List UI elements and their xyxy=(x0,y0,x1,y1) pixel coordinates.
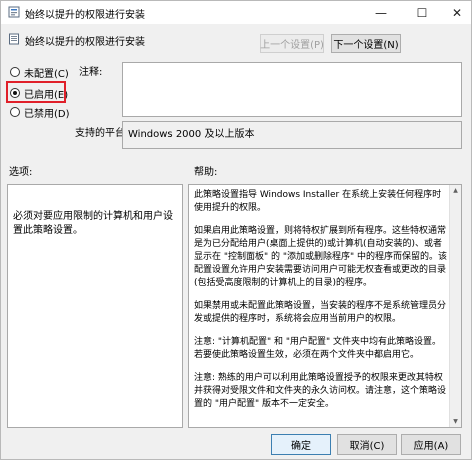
help-paragraph: 注意: "计算机配置" 和 "用户配置" 文件夹中均有此策略设置。若要使此策略设… xyxy=(194,337,442,360)
policy-settings-icon xyxy=(8,6,20,21)
radio-not-configured-indicator[interactable] xyxy=(10,67,20,77)
policy-document-icon xyxy=(8,33,20,48)
window-title: 始终以提升的权限进行安装 xyxy=(25,10,145,21)
radio-not-configured-label: 未配置(C) xyxy=(24,68,69,80)
comment-label: 注释: xyxy=(79,67,103,78)
help-paragraph: 如果禁用或未配置此策略设置，当安装的程序不是系统管理员分发或提供的程序时，系统将… xyxy=(194,301,447,324)
help-scrollbar[interactable]: ▲ ▼ xyxy=(449,185,461,427)
supported-platform-field: Windows 2000 及以上版本 xyxy=(122,121,462,149)
radio-disabled-indicator[interactable] xyxy=(10,107,20,117)
comment-textarea[interactable] xyxy=(122,62,462,117)
cancel-button[interactable]: 取消(C) xyxy=(337,434,397,455)
maximize-button[interactable]: ☐ xyxy=(404,1,440,24)
minimize-button[interactable]: — xyxy=(363,1,399,24)
options-text: 必须对要应用限制的计算机和用户设置此策略设置。 xyxy=(13,211,173,236)
ok-button[interactable]: 确定 xyxy=(271,434,331,455)
policy-title: 始终以提升的权限进行安装 xyxy=(25,37,145,48)
previous-setting-button[interactable]: 上一个设置(P) xyxy=(260,34,324,53)
help-paragraph: 此策略设置指导 Windows Installer 在系统上安装任何程序时使用提… xyxy=(194,190,442,213)
options-label: 选项: xyxy=(9,167,33,178)
options-panel: 必须对要应用限制的计算机和用户设置此策略设置。 xyxy=(7,184,183,428)
radio-not-configured[interactable]: 未配置(C) xyxy=(10,64,69,80)
help-label: 帮助: xyxy=(194,167,218,178)
apply-button[interactable]: 应用(A) xyxy=(401,434,461,455)
close-icon: ✕ xyxy=(451,5,463,20)
minimize-icon: — xyxy=(375,5,387,20)
help-panel[interactable]: 此策略设置指导 Windows Installer 在系统上安装任何程序时使用提… xyxy=(188,184,462,428)
title-bar[interactable]: 始终以提升的权限进行安装 — ☐ ✕ xyxy=(1,1,471,24)
enabled-highlight-box xyxy=(6,81,66,103)
help-paragraph: 注意: 熟练的用户可以利用此策略设置授予的权限来更改其特权并获得对受限文件和文件… xyxy=(194,373,447,409)
policy-dialog-window: 始终以提升的权限进行安装 — ☐ ✕ 始终以提升的权限进行安装 上一个设置(P)… xyxy=(0,0,472,460)
radio-disabled-label: 已禁用(D) xyxy=(24,108,70,120)
radio-disabled[interactable]: 已禁用(D) xyxy=(10,104,70,120)
scroll-up-arrow-icon[interactable]: ▲ xyxy=(450,185,461,196)
help-paragraph: 如果启用此策略设置，则将特权扩展到所有程序。这些特权通常是为已分配给用户(桌面上… xyxy=(194,226,448,288)
next-setting-button[interactable]: 下一个设置(N) xyxy=(331,34,401,53)
maximize-icon: ☐ xyxy=(416,5,428,20)
supported-platform-label: 支持的平台: xyxy=(75,128,129,139)
scroll-down-arrow-icon[interactable]: ▼ xyxy=(450,416,461,427)
close-button[interactable]: ✕ xyxy=(439,1,471,24)
